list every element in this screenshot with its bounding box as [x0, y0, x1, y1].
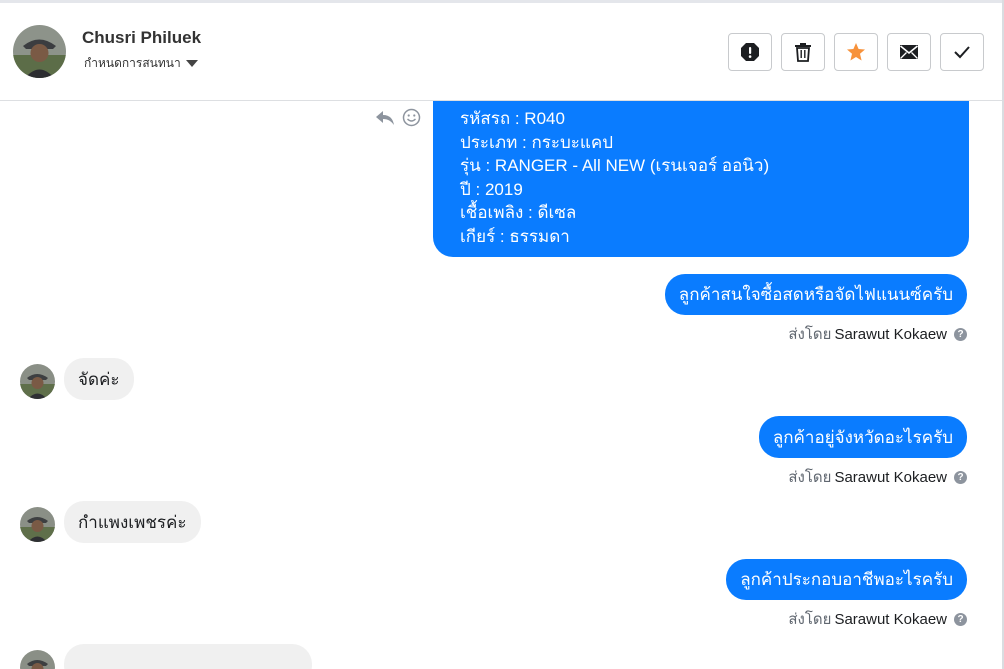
message-hover-tools [374, 108, 421, 132]
car-gear-line: เกียร์ : ธรรมดา [460, 226, 570, 246]
outgoing-message[interactable]: ลูกค้าสนใจซื้อสดหรือจัดไฟแนนซ์ครับ [664, 274, 967, 315]
car-type-line: ประเภท : กระบะแคป [460, 132, 614, 152]
conversation-header: Chusri Philuek กำหนดการสนทนา [0, 3, 1002, 101]
car-model-line: รุ่น : RANGER - All NEW (เรนเจอร์ ออนิว) [460, 156, 770, 176]
envelope-icon [899, 45, 919, 59]
delete-button[interactable] [781, 33, 825, 71]
incoming-message[interactable] [64, 644, 312, 669]
header-actions [728, 33, 984, 71]
car-fuel-line: เชื้อเพลิง : ดีเซล [460, 203, 577, 223]
sent-by-label: ส่งโดย Sarawut Kokaew ? [788, 607, 967, 631]
sent-by-label: ส่งโดย Sarawut Kokaew ? [788, 322, 967, 346]
sent-by-agent: Sarawut Kokaew [834, 610, 947, 628]
conversation-settings-label: กำหนดการสนทนา [84, 56, 181, 70]
alert-icon [741, 43, 759, 61]
checkmark-icon [954, 46, 970, 59]
outgoing-message[interactable]: ลูกค้าประกอบอาชีพอะไรครับ [726, 559, 967, 600]
mark-unread-button[interactable] [887, 33, 931, 71]
sent-by-agent: Sarawut Kokaew [834, 468, 947, 486]
conversation-settings-dropdown[interactable]: กำหนดการสนทนา [84, 54, 198, 73]
sent-by-agent: Sarawut Kokaew [834, 325, 947, 343]
sent-by-prefix: ส่งโดย [788, 611, 832, 628]
avatar [20, 364, 55, 399]
avatar [20, 507, 55, 542]
sent-by-prefix: ส่งโดย [788, 326, 832, 343]
star-icon [847, 43, 865, 61]
react-emoji-icon[interactable] [402, 108, 421, 132]
car-code-line: รหัสรถ : R040 [460, 109, 565, 128]
incoming-message[interactable]: กำแพงเพชรค่ะ [64, 501, 201, 543]
help-icon[interactable]: ? [954, 327, 967, 341]
chevron-down-icon [185, 60, 198, 67]
help-icon[interactable]: ? [954, 470, 967, 484]
help-icon[interactable]: ? [954, 612, 967, 626]
reply-icon[interactable] [374, 109, 396, 132]
star-button[interactable] [834, 33, 878, 71]
sent-by-prefix: ส่งโดย [788, 469, 832, 486]
car-details-message[interactable]: รหัสรถ : R040 ประเภท : กระบะแคป รุ่น : R… [433, 82, 969, 257]
message-text: ลูกค้าประกอบอาชีพอะไรครับ [740, 570, 953, 589]
message-text: จัดค่ะ [78, 369, 120, 389]
sent-by-label: ส่งโดย Sarawut Kokaew ? [788, 465, 967, 489]
mark-spam-button[interactable] [728, 33, 772, 71]
car-year-line: ปี : 2019 [460, 179, 523, 199]
mark-done-button[interactable] [940, 33, 984, 71]
contact-avatar[interactable] [13, 25, 66, 78]
message-text: ลูกค้าสนใจซื้อสดหรือจัดไฟแนนซ์ครับ [678, 285, 953, 304]
outgoing-message[interactable]: ลูกค้าอยู่จังหวัดอะไรครับ [758, 416, 967, 458]
avatar [20, 650, 55, 669]
contact-name[interactable]: Chusri Philuek [82, 28, 201, 48]
message-text: ลูกค้าอยู่จังหวัดอะไรครับ [772, 427, 953, 447]
incoming-message[interactable]: จัดค่ะ [64, 358, 134, 400]
message-text: กำแพงเพชรค่ะ [78, 512, 187, 532]
trash-icon [795, 43, 811, 62]
